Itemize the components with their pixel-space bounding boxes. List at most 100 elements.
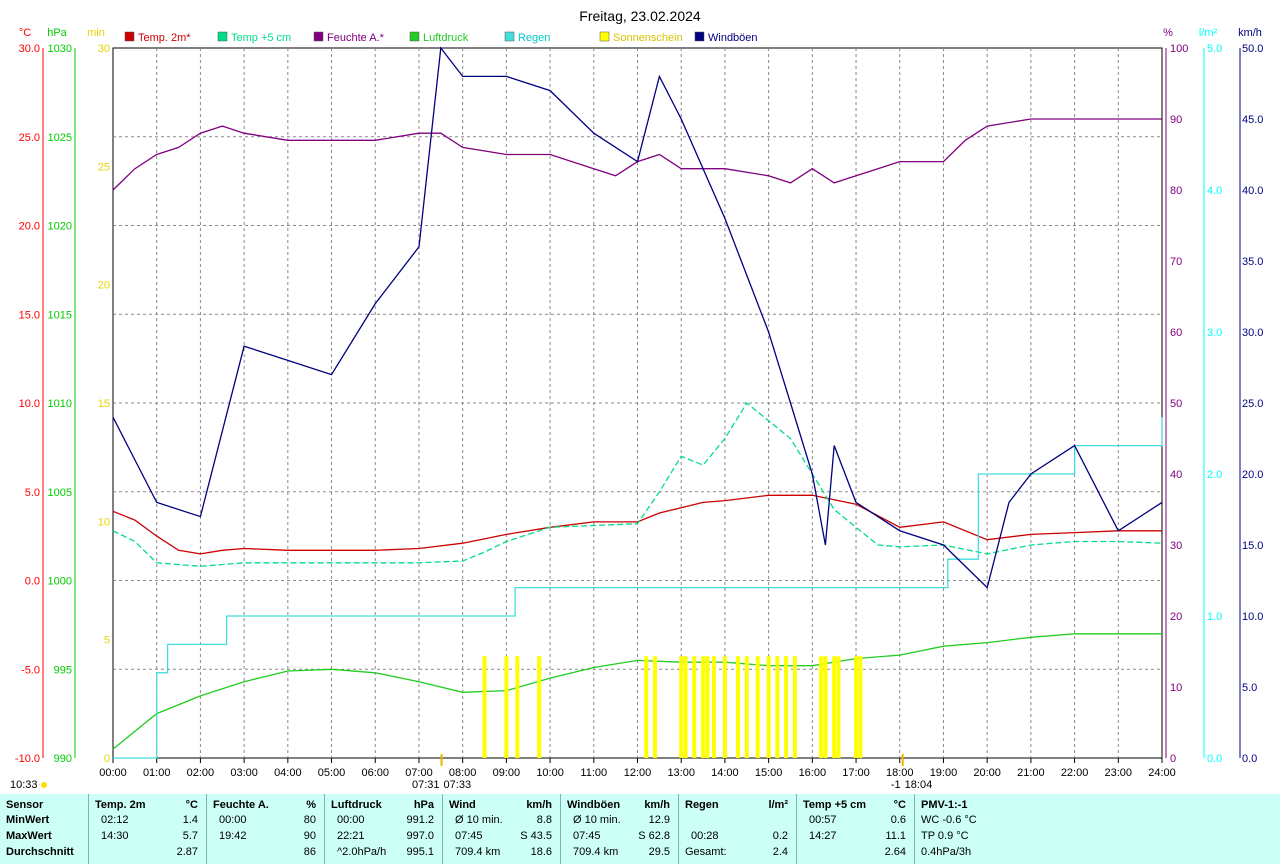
- y-tick-label-rain: 1.0: [1207, 611, 1222, 623]
- sunset-prefix: -1: [891, 779, 901, 790]
- x-tick-label: 15:00: [755, 767, 783, 779]
- legend-swatch: [409, 31, 420, 42]
- sun-bar: [836, 656, 841, 758]
- y-tick-label-pressure: 995: [54, 664, 72, 676]
- stats-value: 29.5: [648, 846, 670, 858]
- y-tick-label-temp: -5.0: [21, 664, 40, 676]
- sunrise-time: 07:31: [412, 779, 440, 790]
- axis-unit-sun: min: [87, 27, 105, 39]
- stats-value: 2.64: [884, 846, 906, 858]
- y-tick-label-humidity: 0: [1170, 753, 1176, 765]
- legend-label: Sonnenschein: [613, 32, 683, 44]
- y-tick-label-rain: 5.0: [1207, 43, 1222, 55]
- stats-value: 86: [303, 846, 316, 858]
- stats-header-regen: Regen: [685, 799, 719, 811]
- y-tick-label-sun: 0: [104, 753, 110, 765]
- sun-bar: [854, 656, 859, 758]
- stats-value: 1.4: [182, 814, 198, 826]
- y-tick-label-humidity: 40: [1170, 469, 1182, 481]
- sun-duration-time: 10:33: [10, 779, 38, 790]
- y-tick-label-humidity: 90: [1170, 114, 1182, 126]
- y-tick-label-wind: 5.0: [1242, 682, 1257, 694]
- sun-bar: [683, 656, 688, 758]
- y-tick-label-wind: 30.0: [1242, 327, 1263, 339]
- y-tick-label-rain: 4.0: [1207, 185, 1222, 197]
- sun-bar: [482, 656, 487, 758]
- stats-time: 00:28: [691, 830, 719, 842]
- y-tick-label-humidity: 80: [1170, 185, 1182, 197]
- stats-col-temp2m: Temp. 2m °C 02:12 1.4 14:30 5.7 2.87: [89, 794, 206, 864]
- chart-title: Freitag, 23.02.2024: [579, 8, 701, 24]
- stats-header-windboeen: Windböen: [567, 799, 621, 811]
- x-tick-label: 03:00: [230, 767, 258, 779]
- x-tick-label: 19:00: [930, 767, 958, 779]
- x-tick-label: 14:00: [711, 767, 739, 779]
- x-tick-label: 21:00: [1017, 767, 1045, 779]
- stats-col-regen: Regen l/m² 00:28 0.2 Gesamt: 2.4: [679, 794, 796, 864]
- stats-col-temp5: Temp +5 cm °C 00:57 0.6 14:27 11.1 2.64: [797, 794, 914, 864]
- y-tick-label-rain: 2.0: [1207, 469, 1222, 481]
- stats-header-temp5: Temp +5 cm: [803, 799, 867, 811]
- y-tick-label-pressure: 1005: [48, 487, 72, 499]
- weather-chart: Freitag, 23.02.2024 Temp. 2m* Temp +5 cm F…: [10, 8, 1263, 790]
- stats-sensor-header: Sensor: [6, 799, 44, 811]
- x-tick-label: 02:00: [187, 767, 215, 779]
- axis-unit-temp: °C: [19, 27, 31, 39]
- sun-bar: [736, 656, 741, 758]
- stats-time: 00:00: [337, 814, 365, 826]
- y-tick-label-sun: 30: [98, 43, 110, 55]
- y-tick-label-temp: 0.0: [25, 576, 40, 588]
- x-tick-label: 00:00: [99, 767, 127, 779]
- stats-unit-regen: l/m²: [768, 799, 788, 811]
- legend-swatch: [313, 31, 324, 42]
- stats-time: Ø 10 min.: [455, 814, 503, 826]
- y-tick-label-sun: 10: [98, 516, 110, 528]
- x-tick-label: 24:00: [1148, 767, 1176, 779]
- y-tick-label-humidity: 100: [1170, 43, 1188, 55]
- y-tick-label-humidity: 60: [1170, 327, 1182, 339]
- x-tick-label: 18:00: [886, 767, 914, 779]
- y-tick-label-sun: 25: [98, 161, 110, 173]
- sun-bar: [819, 656, 824, 758]
- sun-bar: [858, 656, 863, 758]
- sun-bar: [679, 656, 684, 758]
- stats-value: 18.6: [530, 846, 552, 858]
- chart-legend: Temp. 2m* Temp +5 cm Feuchte A.* Luftdruck R…: [124, 31, 758, 44]
- stats-value: 2.4: [772, 846, 788, 858]
- x-tick-label: 17:00: [842, 767, 870, 779]
- stats-header-wind: Wind: [449, 799, 476, 811]
- sun-bar: [711, 656, 716, 758]
- y-tick-label-humidity: 30: [1170, 540, 1182, 552]
- stats-col-windboeen: Windböen km/h Ø 10 min. 12.9 07:45 S 62.8 709.…: [561, 794, 678, 864]
- x-tick-label: 12:00: [624, 767, 652, 779]
- stats-row-label-avg: Durchschnitt: [6, 846, 74, 858]
- y-tick-label-wind: 0.0: [1242, 753, 1257, 765]
- x-tick-label: 08:00: [449, 767, 477, 779]
- stats-time: 19:42: [219, 830, 247, 842]
- y-tick-label-humidity: 70: [1170, 256, 1182, 268]
- sun-bar: [652, 656, 657, 758]
- legend-swatch: [694, 31, 705, 42]
- stats-value: 90: [303, 830, 316, 842]
- legend-label: Luftdruck: [423, 32, 469, 44]
- x-tick-label: 11:00: [580, 767, 607, 779]
- y-tick-label-humidity: 10: [1170, 682, 1182, 694]
- stats-time: 02:12: [101, 814, 129, 826]
- sun-bar: [792, 656, 797, 758]
- sun-bar: [701, 656, 706, 758]
- sun-bar: [705, 656, 710, 758]
- sun-bar: [744, 656, 749, 758]
- sun-bar: [692, 656, 697, 758]
- sun-bar: [537, 656, 542, 758]
- stats-time: 14:27: [809, 830, 837, 842]
- y-tick-label-humidity: 20: [1170, 611, 1182, 623]
- y-tick-label-sun: 20: [98, 280, 110, 292]
- y-tick-label-temp: 30.0: [19, 43, 40, 55]
- axis-unit-rain: l/m²: [1199, 27, 1218, 39]
- stats-value: 80: [303, 814, 316, 826]
- stats-unit-wind: km/h: [526, 799, 552, 811]
- sun-bar: [644, 656, 649, 758]
- stats-col-luftdruck: Luftdruck hPa 00:00 991.2 22:21 997.0 ^2.0hPa/…: [325, 794, 442, 864]
- legend-label: Windböen: [708, 32, 758, 44]
- y-tick-label-temp: -10.0: [15, 753, 40, 765]
